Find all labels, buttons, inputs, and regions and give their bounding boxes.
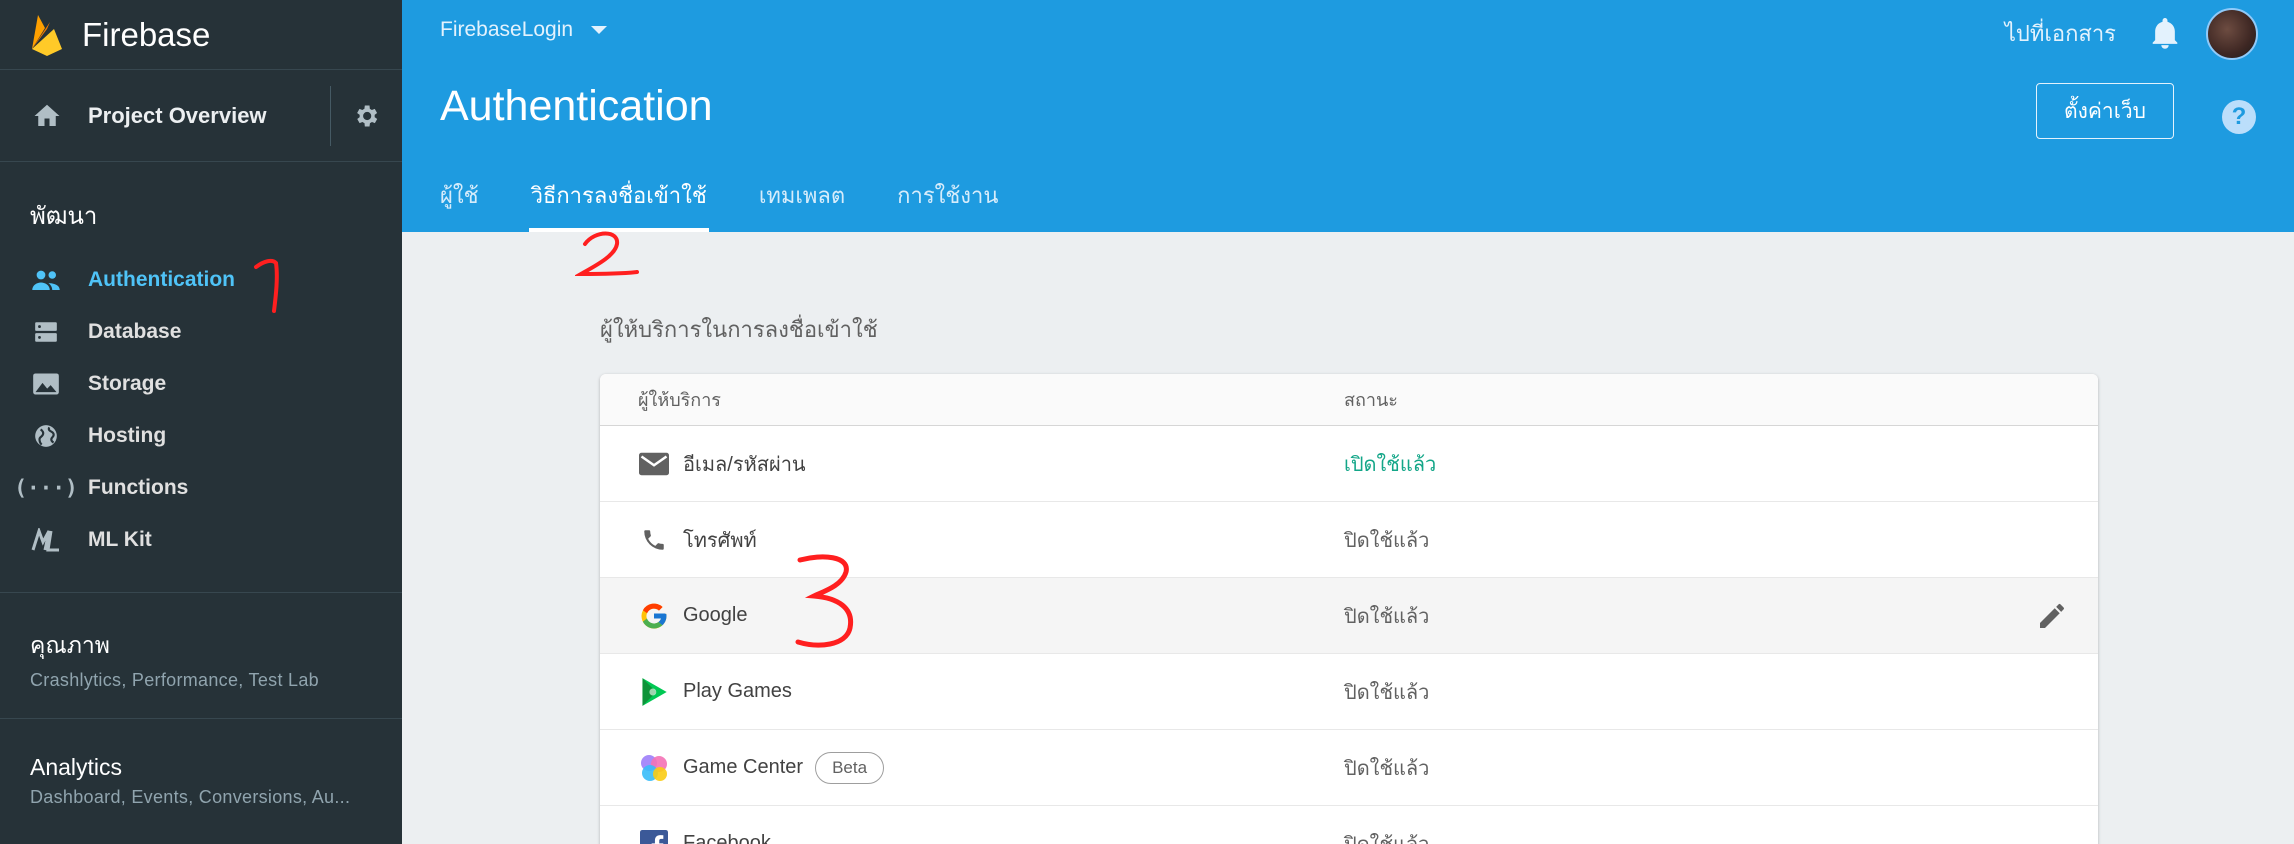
mlkit-icon: [30, 526, 62, 554]
providers-table: ผู้ให้บริการ สถานะ อีเมล/รหัสผ่าน เปิดใช…: [600, 374, 2098, 844]
sidebar-item-label: ML Kit: [88, 528, 152, 551]
tab-bar: ผู้ใช้ วิธีการลงชื่อเข้าใช้ เทมเพลต การใ…: [440, 176, 1050, 232]
web-setup-button[interactable]: ตั้งค่าเว็บ: [2036, 83, 2174, 139]
divider: [0, 718, 402, 719]
provider-name: โทรศัพท์: [683, 529, 757, 552]
sidebar-item-authentication[interactable]: Authentication: [0, 254, 402, 306]
globe-icon: [30, 422, 62, 450]
beta-badge: Beta: [815, 751, 885, 784]
people-icon: [30, 266, 62, 294]
table-row[interactable]: Game Center Beta ปิดใช้แล้ว: [600, 730, 2098, 806]
provider-status: ปิดใช้แล้ว: [1344, 757, 1430, 780]
table-row[interactable]: Play Games ปิดใช้แล้ว: [600, 654, 2098, 730]
provider-status: ปิดใช้แล้ว: [1344, 828, 1429, 844]
help-icon[interactable]: ?: [2222, 100, 2256, 134]
provider-name: อีเมล/รหัสผ่าน: [683, 453, 806, 476]
facebook-icon: [638, 828, 670, 844]
divider: [0, 592, 402, 593]
docs-link[interactable]: ไปที่เอกสาร: [2005, 16, 2116, 51]
provider-status: ปิดใช้แล้ว: [1344, 605, 1430, 628]
sidebar-item-label: Authentication: [88, 268, 235, 291]
provider-name: Google: [683, 604, 748, 626]
brand-name: Firebase: [82, 15, 211, 53]
table-row[interactable]: โทรศัพท์ ปิดใช้แล้ว: [600, 502, 2098, 578]
firebase-logo-icon: [32, 14, 62, 56]
table-row[interactable]: Google ปิดใช้แล้ว: [600, 578, 2098, 654]
provider-name: Game Center: [683, 756, 804, 778]
functions-icon: (···): [14, 476, 78, 500]
divider: [330, 86, 331, 146]
provider-status: ปิดใช้แล้ว: [1344, 529, 1430, 552]
sidebar-item-label: Storage: [88, 372, 167, 395]
play-games-icon: [638, 676, 670, 708]
sidebar-item-functions[interactable]: (···) Functions: [0, 462, 402, 514]
annotation-number-2: [575, 231, 639, 277]
sidebar-item-database[interactable]: Database: [0, 306, 402, 358]
provider-name-with-badge: Game Center Beta: [683, 751, 885, 784]
settings-gear-icon[interactable]: [352, 102, 380, 130]
project-name: FirebaseLogin: [440, 18, 574, 41]
provider-status: ปิดใช้แล้ว: [1344, 681, 1430, 704]
providers-heading: ผู้ให้บริการในการลงชื่อเข้าใช้: [600, 317, 878, 342]
table-row[interactable]: อีเมล/รหัสผ่าน เปิดใช้แล้ว: [600, 426, 2098, 502]
page-title: Authentication: [440, 82, 713, 130]
column-status: สถานะ: [1344, 390, 1398, 410]
home-icon: [34, 104, 60, 126]
project-overview-label: Project Overview: [88, 102, 267, 128]
sidebar-group-quality[interactable]: คุณภาพ Crashlytics, Performance, Test La…: [30, 628, 319, 691]
group-title: Analytics: [30, 754, 123, 780]
notifications-bell-icon[interactable]: [2150, 18, 2180, 50]
column-provider: ผู้ให้บริการ: [638, 390, 721, 410]
sidebar-item-label: Functions: [88, 476, 189, 499]
group-subtitle: Crashlytics, Performance, Test Lab: [30, 670, 319, 690]
table-header: ผู้ให้บริการ สถานะ: [600, 374, 2098, 426]
tab-templates[interactable]: เทมเพลต: [759, 176, 845, 232]
mail-icon: [638, 448, 670, 480]
tab-users[interactable]: ผู้ใช้: [440, 176, 479, 232]
sidebar-item-ml-kit[interactable]: ML Kit: [0, 514, 402, 566]
provider-name: Facebook: [683, 832, 771, 844]
sidebar-item-storage[interactable]: Storage: [0, 358, 402, 410]
group-subtitle: Dashboard, Events, Conversions, Au...: [30, 787, 351, 807]
edit-pencil-icon[interactable]: [2036, 600, 2068, 632]
dropdown-caret-icon: [591, 26, 608, 34]
project-overview[interactable]: Project Overview: [0, 70, 402, 162]
project-selector[interactable]: FirebaseLogin: [440, 18, 608, 42]
avatar[interactable]: [2206, 8, 2258, 60]
image-icon: [30, 370, 62, 398]
database-icon: [30, 318, 62, 346]
google-icon: [638, 600, 670, 632]
develop-section-title: พัฒนา: [30, 203, 98, 230]
sidebar-group-analytics[interactable]: Analytics Dashboard, Events, Conversions…: [30, 754, 350, 808]
game-center-icon: [638, 752, 670, 784]
group-title: คุณภาพ: [30, 632, 110, 658]
brand[interactable]: Firebase: [0, 0, 402, 70]
sidebar: Firebase Project Overview พัฒนา Authenti…: [0, 0, 402, 844]
phone-icon: [638, 524, 670, 556]
tab-usage[interactable]: การใช้งาน: [897, 176, 998, 232]
provider-status: เปิดใช้แล้ว: [1344, 453, 1437, 476]
tab-sign-in-method[interactable]: วิธีการลงชื่อเข้าใช้: [528, 176, 710, 232]
sidebar-item-hosting[interactable]: Hosting: [0, 410, 402, 462]
sidebar-item-label: Database: [88, 320, 182, 343]
table-row[interactable]: Facebook ปิดใช้แล้ว: [600, 806, 2098, 844]
sidebar-item-label: Hosting: [88, 424, 167, 447]
header: FirebaseLogin ไปที่เอกสาร Authentication…: [402, 0, 2294, 232]
provider-name: Play Games: [683, 680, 792, 702]
